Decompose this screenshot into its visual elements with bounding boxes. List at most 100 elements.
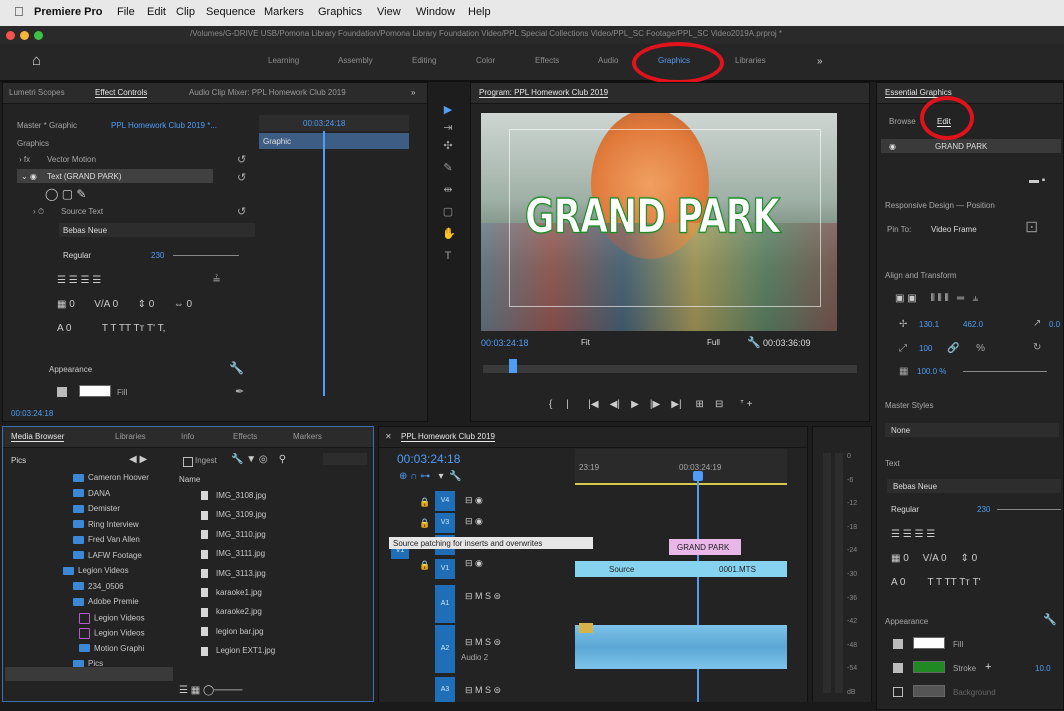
workspaces-overflow[interactable]: » [817,56,823,67]
pin-to-dropdown[interactable]: Video Frame [931,225,977,234]
audio-clip-a2[interactable] [575,625,787,669]
track-a2-toggle[interactable]: A2 [435,625,455,673]
audio-track-controls[interactable]: ⊟ M S ⊜ [465,591,501,602]
program-playhead[interactable] [509,359,517,373]
tab-markers[interactable]: Markers [293,432,322,441]
stopwatch-icon[interactable]: › ⏱ [33,207,44,217]
selection-tool-icon[interactable]: ▶ [442,104,454,116]
audio-track-controls[interactable]: ⊟ M S ⊜ [465,637,501,648]
tab-lumetri-scopes[interactable]: Lumetri Scopes [9,88,65,97]
name-column-header[interactable]: Name [179,475,200,484]
folder-item[interactable]: Adobe Premie [73,597,139,606]
title-graphic-text[interactable]: GRAND PARK [524,190,780,245]
track-v1-toggle[interactable]: V1 [435,559,455,579]
menu-help[interactable]: Help [468,6,491,18]
zoom-window-button[interactable] [34,31,43,40]
home-icon[interactable]: ⌂ [32,52,41,69]
location-dropdown[interactable]: Pics [11,456,26,465]
mask-shape-icons[interactable]: ◯ ▢ ✎ [45,187,87,201]
tab-effect-controls[interactable]: Effect Controls [95,88,148,98]
workspace-editing[interactable]: Editing [412,56,436,65]
minimize-window-button[interactable] [20,31,29,40]
ripple-edit-tool-icon[interactable]: ✣ [442,140,454,152]
close-window-button[interactable] [6,31,15,40]
fill-color-swatch[interactable] [79,385,111,397]
font-size-value[interactable]: 230 [151,251,164,260]
menu-graphics[interactable]: Graphics [318,6,362,18]
wrench-icon[interactable]: 🔧 [229,361,244,375]
eg-stroke-checkbox[interactable] [893,663,903,673]
app-menu[interactable]: Premiere Pro [34,6,102,18]
reset-icon[interactable]: ↺ [237,153,246,166]
tracking-kerning-icons[interactable]: ▦ 0 V/A 0 ⇕ 0 ⇔ 0 [57,299,192,310]
folder-item[interactable]: Legion Videos [63,566,129,575]
workspace-assembly[interactable]: Assembly [338,56,373,65]
font-size-slider[interactable] [173,255,239,256]
program-monitor-title[interactable]: Program: PPL Homework Club 2019 [479,88,609,98]
ingest-settings-icons[interactable]: 🔧 ▼ ◎ ⚲ [231,454,286,465]
slip-tool-icon[interactable]: ⇹ [442,184,454,196]
folder-item[interactable]: Motion Graphi [79,644,144,653]
track-a3-toggle[interactable]: A3 [435,677,455,703]
tab-browse[interactable]: Browse [889,117,916,126]
folder-item[interactable]: Legion Videos [79,612,145,624]
settings-wrench-icon[interactable]: 🔧 [747,336,761,349]
pin-to-diagram-icon[interactable]: ⊡ [1025,217,1038,237]
menu-clip[interactable]: Clip [176,6,195,18]
font-style[interactable]: Regular [63,251,91,260]
eg-stroke-width[interactable]: 10.0 [1035,664,1051,673]
eg-background-checkbox[interactable] [893,687,903,697]
folder-item[interactable]: Demister [73,504,120,513]
eg-font-style[interactable]: Regular [891,505,919,514]
zoom-fit-dropdown[interactable]: Fit [581,338,590,347]
tab-libraries[interactable]: Libraries [115,432,146,441]
menu-markers[interactable]: Markers [264,6,304,18]
file-item[interactable]: Legion EXT1.jpg [201,646,275,656]
eg-fill-checkbox[interactable] [893,639,903,649]
track-a1-toggle[interactable]: A1 [435,585,455,623]
tab-media-browser[interactable]: Media Browser [11,432,65,442]
file-item[interactable]: IMG_3111.jpg [201,549,265,559]
scale-value[interactable]: 100 [919,344,932,353]
eg-text-style-icons[interactable]: A 0 T T TT Tт T' [891,577,981,588]
timeline-timecode[interactable]: 00:03:24:18 [397,452,460,466]
timeline-tool-icons[interactable]: ⊕ ∩ ⊶ ▾ 🔧 [399,471,462,482]
panel-overflow-icon[interactable]: » [411,88,415,97]
eg-font-size[interactable]: 230 [977,505,990,514]
playback-resolution-dropdown[interactable]: Full [707,338,720,347]
eg-font-size-slider[interactable] [997,509,1061,510]
lock-scale-icon[interactable]: 🔗 % [947,343,985,354]
file-item[interactable]: karaoke1.jpg [201,588,262,598]
workspace-audio[interactable]: Audio [598,56,618,65]
timeline-sequence-tab[interactable]: PPL Homework Club 2019 [401,432,495,442]
folder-item[interactable]: Legion Videos [79,628,145,639]
transport-controls[interactable]: { | |◀ ◀| ▶ |▶ ▶| ⊞ ⊟ ᐪ + [549,399,753,410]
eg-wrench-icon[interactable]: 🔧 [1043,613,1057,626]
workspace-learning[interactable]: Learning [268,56,299,65]
folder-item[interactable]: Cameron Hoover [73,473,149,482]
file-item[interactable]: karaoke2.jpg [201,607,262,617]
workspace-color[interactable]: Color [476,56,495,65]
track-select-tool-icon[interactable]: ⇥ [442,122,454,134]
video-preview[interactable]: GRAND PARK [481,113,837,331]
razor-tool-icon[interactable]: ✎ [442,162,454,174]
eg-stroke-swatch[interactable] [913,661,945,673]
file-item[interactable]: IMG_3110.jpg [201,530,266,540]
eg-fill-swatch[interactable] [913,637,945,649]
opacity-value[interactable]: 100.0 % [917,367,946,376]
folder-item[interactable]: Fred Van Allen [73,535,140,544]
hand-tool-icon[interactable]: ✋ [442,228,456,240]
tab-audio-clip-mixer[interactable]: Audio Clip Mixer: PPL Homework Club 2019 [189,88,346,97]
file-item[interactable]: IMG_3108.jpg [201,491,266,501]
file-item[interactable]: legion bar.jpg [201,627,264,637]
eyedropper-icon[interactable]: ✒ [235,385,244,398]
menu-view[interactable]: View [377,6,401,18]
tab-info[interactable]: Info [181,432,194,441]
type-tool-icon[interactable]: T [442,250,454,262]
nav-arrows[interactable]: ◀ ▶ [129,454,147,465]
track-lock-icons[interactable]: 🔒🔒🔒🔒 [419,497,430,571]
eg-tracking-icons[interactable]: ▦ 0 V/A 0 ⇕ 0 [891,553,977,564]
position-y[interactable]: 462.0 [963,320,983,329]
track-output-icons[interactable]: ⊟ ◉⊟ ◉⊟ ◉⊟ ◉ [465,495,483,569]
folder-item[interactable]: Ring Interview [73,520,139,529]
